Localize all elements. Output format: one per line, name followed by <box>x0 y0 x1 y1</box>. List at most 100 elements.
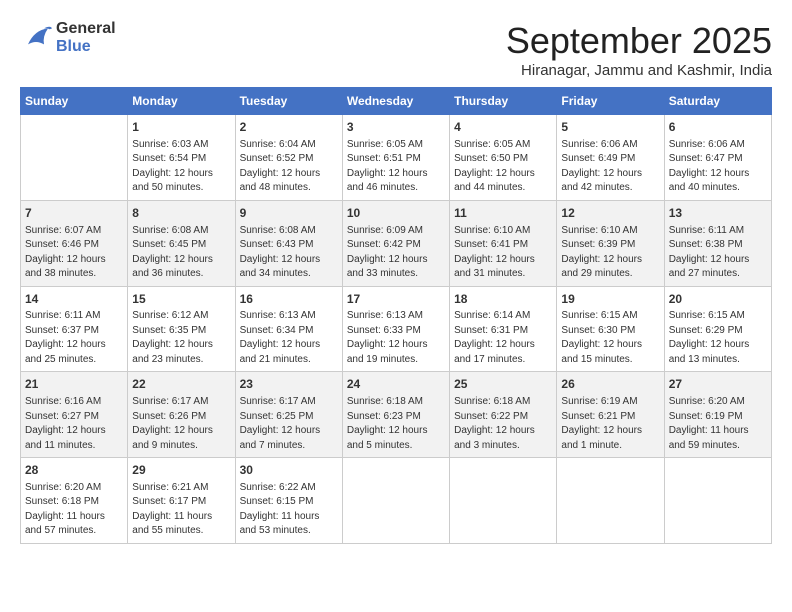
calendar-cell: 15Sunrise: 6:12 AMSunset: 6:35 PMDayligh… <box>128 286 235 372</box>
day-detail: Sunrise: 6:18 AMSunset: 6:22 PMDaylight:… <box>454 395 552 453</box>
weekday-header: Monday <box>128 88 235 115</box>
calendar-cell: 30 Sunrise: 6:22 AMSunset: 6:15 PMDayligh… <box>235 458 342 544</box>
calendar-cell: 25 Sunrise: 6:18 AMSunset: 6:22 PMDayligh… <box>450 372 557 458</box>
calendar-cell: 12Sunrise: 6:10 AMSunset: 6:39 PMDayligh… <box>557 200 664 286</box>
day-number: 14 <box>25 291 123 308</box>
day-number: 22 <box>132 376 230 393</box>
day-detail: Sunrise: 6:22 AMSunset: 6:15 PMDaylight:… <box>240 481 338 539</box>
weekday-header: Friday <box>557 88 664 115</box>
day-number: 5 <box>561 119 659 136</box>
day-detail: Sunrise: 6:09 AMSunset: 6:42 PMDaylight:… <box>347 224 445 282</box>
calendar-cell: 18Sunrise: 6:14 AMSunset: 6:31 PMDayligh… <box>450 286 557 372</box>
day-number: 13 <box>669 205 767 222</box>
day-detail: Sunrise: 6:03 AMSunset: 6:54 PMDaylight:… <box>132 138 230 196</box>
weekday-header: Thursday <box>450 88 557 115</box>
day-detail: Sunrise: 6:04 AMSunset: 6:52 PMDaylight:… <box>240 138 338 196</box>
calendar-week-row: 1 Sunrise: 6:03 AMSunset: 6:54 PMDaylight… <box>21 115 772 201</box>
calendar-cell <box>557 458 664 544</box>
calendar-week-row: 21 Sunrise: 6:16 AMSunset: 6:27 PMDayligh… <box>21 372 772 458</box>
day-number: 19 <box>561 291 659 308</box>
day-detail: Sunrise: 6:19 AMSunset: 6:21 PMDaylight:… <box>561 395 659 453</box>
weekday-header: Sunday <box>21 88 128 115</box>
day-number: 2 <box>240 119 338 136</box>
day-number: 23 <box>240 376 338 393</box>
calendar-cell: 23Sunrise: 6:17 AMSunset: 6:25 PMDayligh… <box>235 372 342 458</box>
calendar-cell <box>21 115 128 201</box>
month-title: September 2025 <box>506 20 772 62</box>
day-number: 9 <box>240 205 338 222</box>
day-number: 17 <box>347 291 445 308</box>
day-number: 4 <box>454 119 552 136</box>
day-detail: Sunrise: 6:13 AMSunset: 6:34 PMDaylight:… <box>240 309 338 367</box>
calendar-cell: 17Sunrise: 6:13 AMSunset: 6:33 PMDayligh… <box>342 286 449 372</box>
day-detail: Sunrise: 6:14 AMSunset: 6:31 PMDaylight:… <box>454 309 552 367</box>
calendar-cell: 27 Sunrise: 6:20 AMSunset: 6:19 PMDayligh… <box>664 372 771 458</box>
day-number: 30 <box>240 462 338 479</box>
day-detail: Sunrise: 6:20 AMSunset: 6:18 PMDaylight:… <box>25 481 123 539</box>
calendar-cell: 16Sunrise: 6:13 AMSunset: 6:34 PMDayligh… <box>235 286 342 372</box>
calendar-cell: 1 Sunrise: 6:03 AMSunset: 6:54 PMDaylight… <box>128 115 235 201</box>
calendar-header-row: SundayMondayTuesdayWednesdayThursdayFrid… <box>21 88 772 115</box>
calendar-cell: 8 Sunrise: 6:08 AMSunset: 6:45 PMDaylight… <box>128 200 235 286</box>
day-number: 6 <box>669 119 767 136</box>
calendar-cell <box>342 458 449 544</box>
calendar-cell: 5 Sunrise: 6:06 AMSunset: 6:49 PMDaylight… <box>557 115 664 201</box>
calendar-cell: 20Sunrise: 6:15 AMSunset: 6:29 PMDayligh… <box>664 286 771 372</box>
day-number: 18 <box>454 291 552 308</box>
day-detail: Sunrise: 6:07 AMSunset: 6:46 PMDaylight:… <box>25 224 123 282</box>
calendar-cell: 22 Sunrise: 6:17 AMSunset: 6:26 PMDayligh… <box>128 372 235 458</box>
day-number: 1 <box>132 119 230 136</box>
logo-icon <box>20 22 52 54</box>
calendar-cell: 9 Sunrise: 6:08 AMSunset: 6:43 PMDaylight… <box>235 200 342 286</box>
day-number: 24 <box>347 376 445 393</box>
day-detail: Sunrise: 6:06 AMSunset: 6:47 PMDaylight:… <box>669 138 767 196</box>
day-detail: Sunrise: 6:08 AMSunset: 6:43 PMDaylight:… <box>240 224 338 282</box>
day-number: 15 <box>132 291 230 308</box>
day-detail: Sunrise: 6:17 AMSunset: 6:26 PMDaylight:… <box>132 395 230 453</box>
day-number: 29 <box>132 462 230 479</box>
day-detail: Sunrise: 6:18 AMSunset: 6:23 PMDaylight:… <box>347 395 445 453</box>
day-detail: Sunrise: 6:13 AMSunset: 6:33 PMDaylight:… <box>347 309 445 367</box>
day-detail: Sunrise: 6:10 AMSunset: 6:39 PMDaylight:… <box>561 224 659 282</box>
calendar-cell: 7 Sunrise: 6:07 AMSunset: 6:46 PMDaylight… <box>21 200 128 286</box>
location-label: Hiranagar, Jammu and Kashmir, India <box>506 62 772 79</box>
calendar-week-row: 28 Sunrise: 6:20 AMSunset: 6:18 PMDayligh… <box>21 458 772 544</box>
calendar-cell: 11Sunrise: 6:10 AMSunset: 6:41 PMDayligh… <box>450 200 557 286</box>
weekday-header: Wednesday <box>342 88 449 115</box>
day-number: 10 <box>347 205 445 222</box>
calendar-cell: 29 Sunrise: 6:21 AMSunset: 6:17 PMDayligh… <box>128 458 235 544</box>
day-number: 26 <box>561 376 659 393</box>
day-number: 27 <box>669 376 767 393</box>
day-detail: Sunrise: 6:05 AMSunset: 6:51 PMDaylight:… <box>347 138 445 196</box>
day-number: 21 <box>25 376 123 393</box>
day-number: 7 <box>25 205 123 222</box>
calendar-cell: 19Sunrise: 6:15 AMSunset: 6:30 PMDayligh… <box>557 286 664 372</box>
calendar-cell: 26 Sunrise: 6:19 AMSunset: 6:21 PMDayligh… <box>557 372 664 458</box>
day-number: 11 <box>454 205 552 222</box>
day-number: 8 <box>132 205 230 222</box>
calendar-cell: 24 Sunrise: 6:18 AMSunset: 6:23 PMDayligh… <box>342 372 449 458</box>
day-number: 16 <box>240 291 338 308</box>
calendar-cell: 3Sunrise: 6:05 AMSunset: 6:51 PMDaylight… <box>342 115 449 201</box>
calendar-cell: 4 Sunrise: 6:05 AMSunset: 6:50 PMDaylight… <box>450 115 557 201</box>
logo-text: General Blue <box>56 20 116 55</box>
day-detail: Sunrise: 6:06 AMSunset: 6:49 PMDaylight:… <box>561 138 659 196</box>
day-number: 28 <box>25 462 123 479</box>
day-number: 25 <box>454 376 552 393</box>
calendar-cell <box>450 458 557 544</box>
calendar-cell <box>664 458 771 544</box>
day-detail: Sunrise: 6:16 AMSunset: 6:27 PMDaylight:… <box>25 395 123 453</box>
calendar-week-row: 14Sunrise: 6:11 AMSunset: 6:37 PMDayligh… <box>21 286 772 372</box>
day-detail: Sunrise: 6:08 AMSunset: 6:45 PMDaylight:… <box>132 224 230 282</box>
page-header: General Blue September 2025 Hiranagar, J… <box>20 20 772 79</box>
logo: General Blue <box>20 20 116 55</box>
title-block: September 2025 Hiranagar, Jammu and Kash… <box>506 20 772 79</box>
calendar-week-row: 7 Sunrise: 6:07 AMSunset: 6:46 PMDaylight… <box>21 200 772 286</box>
day-detail: Sunrise: 6:20 AMSunset: 6:19 PMDaylight:… <box>669 395 767 453</box>
day-detail: Sunrise: 6:15 AMSunset: 6:29 PMDaylight:… <box>669 309 767 367</box>
day-detail: Sunrise: 6:21 AMSunset: 6:17 PMDaylight:… <box>132 481 230 539</box>
calendar-cell: 6 Sunrise: 6:06 AMSunset: 6:47 PMDaylight… <box>664 115 771 201</box>
day-detail: Sunrise: 6:05 AMSunset: 6:50 PMDaylight:… <box>454 138 552 196</box>
calendar-cell: 10 Sunrise: 6:09 AMSunset: 6:42 PMDayligh… <box>342 200 449 286</box>
calendar-cell: 2 Sunrise: 6:04 AMSunset: 6:52 PMDaylight… <box>235 115 342 201</box>
